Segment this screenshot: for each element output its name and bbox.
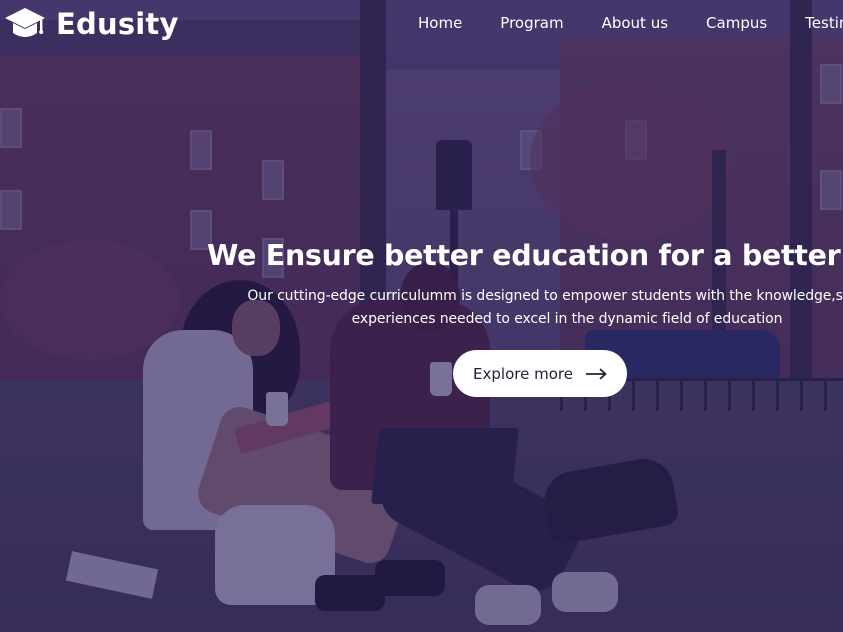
explore-more-button[interactable]: Explore more [453,350,627,397]
graduation-cap-icon [5,8,45,37]
nav-item-program[interactable]: Program [500,13,563,33]
hero-section: Edusity Home Program About us Campus Tes… [0,0,843,632]
site-header: Edusity Home Program About us Campus Tes… [0,0,843,48]
nav-item-about-us[interactable]: About us [602,13,668,33]
hero-subtitle-line-1: Our cutting-edge curriculumm is designed… [247,288,843,304]
nav-item-testimonials[interactable]: Testin [805,13,843,33]
hero-title: We Ensure better education for a better … [207,239,843,272]
hero-subtitle-line-2: experiences needed to excel in the dynam… [351,311,783,327]
explore-more-label: Explore more [473,364,573,383]
nav-item-campus[interactable]: Campus [706,13,767,33]
nav-item-home[interactable]: Home [418,13,462,33]
brand-name: Edusity [56,6,179,41]
main-nav: Home Program About us Campus Testin [418,13,843,33]
brand-logo[interactable]: Edusity [4,5,179,43]
arrow-right-icon [585,367,607,380]
hero-subtitle: Our cutting-edge curriculumm is designed… [150,285,843,331]
